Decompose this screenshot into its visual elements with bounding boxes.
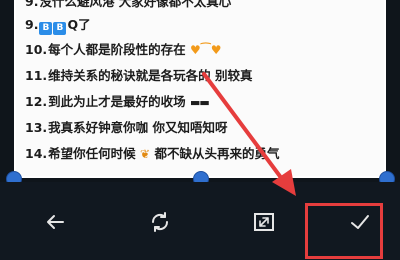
expand-button[interactable] bbox=[252, 210, 276, 234]
back-arrow-icon bbox=[47, 215, 64, 229]
rotate-icon bbox=[151, 212, 169, 232]
text-line: 9. B B Q了 bbox=[25, 17, 91, 35]
confirm-button[interactable] bbox=[348, 210, 372, 234]
text-line: 10.每个人都是阶段性的存在 ♥︎⁀♥︎ bbox=[25, 42, 222, 57]
back-button[interactable] bbox=[43, 210, 67, 234]
text-line: 11.维持关系的秘诀就是各玩各的 别较真 bbox=[25, 68, 253, 83]
text-line: 9.没什么避风港 大家好像都不太真心 bbox=[25, 0, 232, 9]
checkmark-icon bbox=[351, 215, 369, 229]
orange-hearts-icon: ♥︎⁀♥︎ bbox=[190, 43, 222, 57]
butterfly-icon: ❦ bbox=[140, 147, 151, 161]
text-line: 12.到此为止才是最好的收场 ▬▬ bbox=[25, 94, 210, 109]
text-line: 14.希望你任何时候 ❦ 都不缺从头再来的勇气 bbox=[25, 146, 280, 161]
document-preview: 9.没什么避风港 大家好像都不太真心 9. B B Q了 10.每个人都是阶段性的存在… bbox=[14, 0, 386, 178]
rotate-button[interactable] bbox=[148, 210, 172, 234]
image-crop-screen: 9.没什么避风港 大家好像都不太真心 9. B B Q了 10.每个人都是阶段性的存在… bbox=[0, 0, 400, 260]
b-button-emoji-icon: B bbox=[39, 22, 53, 35]
sunglasses-icon: ▬▬ bbox=[190, 96, 210, 109]
bottom-toolbar bbox=[0, 182, 400, 260]
expand-icon bbox=[254, 213, 274, 231]
b-button-emoji-icon: B bbox=[53, 22, 67, 35]
text-line: 13.我真系好钟意你咖 你又知唔知呀 bbox=[25, 120, 228, 135]
